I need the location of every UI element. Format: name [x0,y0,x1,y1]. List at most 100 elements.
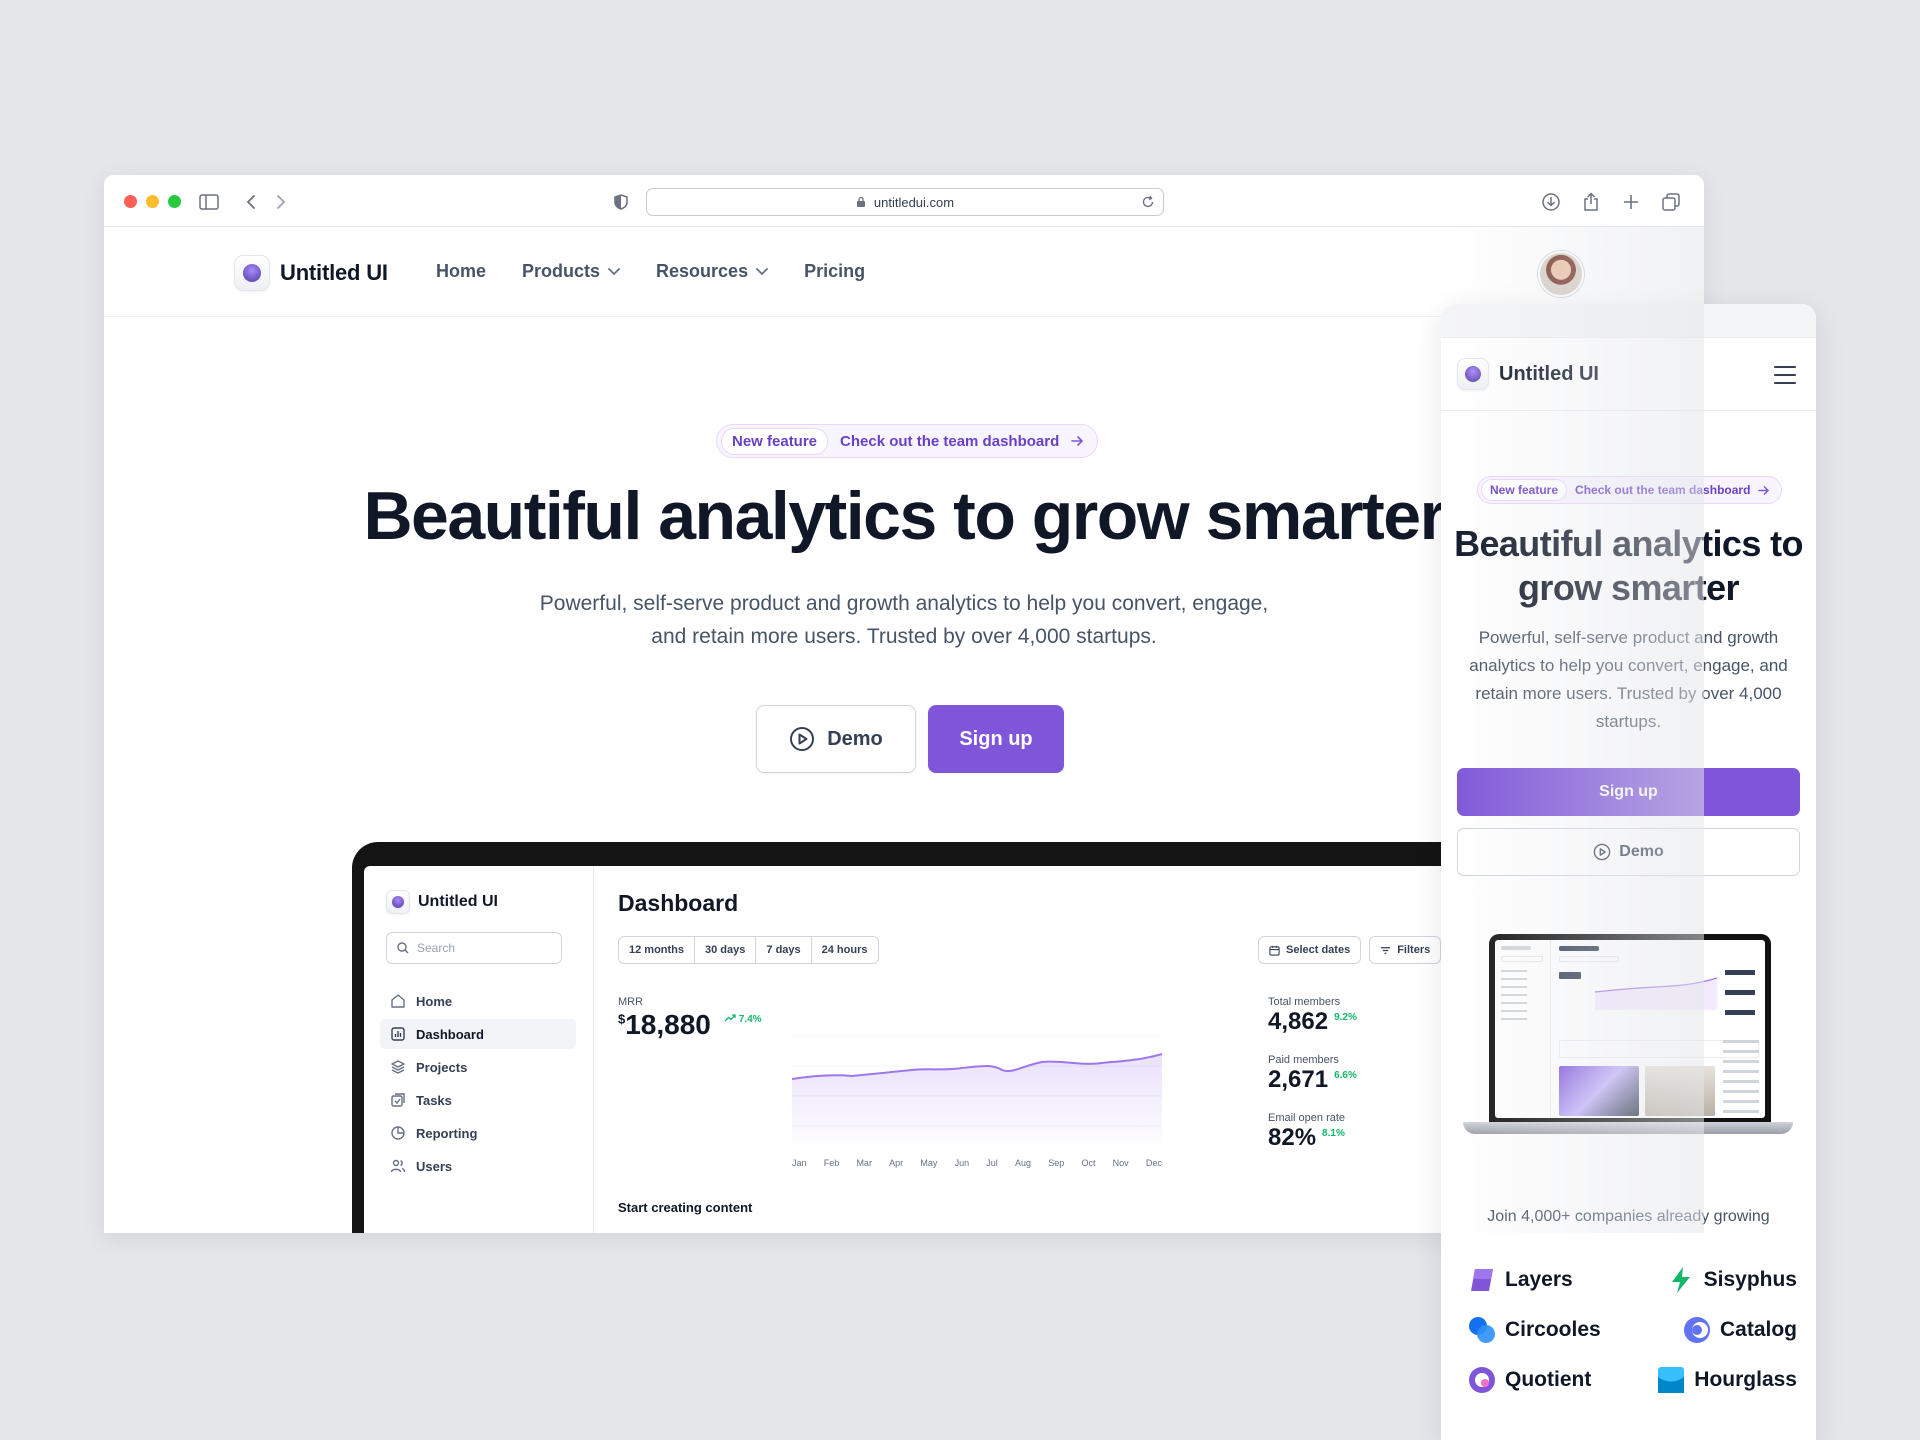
hero-subtitle-line: Powerful, self-serve product and growth … [539,592,1269,615]
dashboard-nav: Home Dashboard Projects Tasks Reporting … [380,986,576,1184]
mrr-delta-value: 7.4% [738,1014,762,1025]
stat-email-open-rate: Email open rate 82% 8.1% [1268,1112,1357,1152]
share-icon[interactable] [1580,191,1602,213]
mini-title [1559,946,1599,951]
company-name: Quotient [1505,1368,1592,1391]
pie-chart-icon [391,1126,405,1140]
sidebar-toggle-icon[interactable] [198,191,220,213]
demo-button-label: Demo [827,727,883,750]
forward-arrow-icon[interactable] [270,191,292,213]
select-dates-button[interactable]: Select dates [1258,936,1362,964]
mobile-logo[interactable]: Untitled UI [1457,358,1599,390]
stat-delta: 8.1% [1322,1128,1345,1139]
sidebar-item-label: Reporting [416,1125,478,1141]
stat-value: 2,671 [1268,1066,1329,1093]
sidebar-item-tasks[interactable]: Tasks [380,1085,576,1115]
sidebar-item-home[interactable]: Home [380,986,576,1016]
dashboard-search-input[interactable]: Search [386,932,562,964]
stat-value: 82% [1268,1124,1317,1151]
url-text: untitledui.com [873,194,955,210]
logo-mark-icon [1457,358,1489,390]
download-icon[interactable] [1540,191,1562,213]
date-range-tabs: 12 months 30 days 7 days 24 hours [618,936,879,964]
arrow-right-icon [1758,485,1770,495]
demo-button[interactable]: Demo [756,705,916,773]
dashboard-title: Dashboard [618,890,739,916]
month-label: Apr [889,1158,904,1168]
site-logo[interactable]: Untitled UI [234,255,388,291]
chart-area [792,1054,1162,1152]
mobile-feature-badge[interactable]: New feature Check out the team dashboard [1477,476,1783,504]
sidebar-item-projects[interactable]: Projects [380,1052,576,1082]
layers-logo-icon [1471,1269,1493,1291]
play-circle-icon [1593,843,1611,861]
mobile-signup-button[interactable]: Sign up [1457,768,1800,816]
reload-icon[interactable] [1141,195,1155,209]
social-proof-text: Join 4,000+ companies already growing [1487,1208,1770,1225]
range-tab[interactable]: 30 days [695,937,757,963]
select-dates-label: Select dates [1286,944,1351,956]
dashboard-logo: Untitled UI [386,890,498,914]
badge-text: Check out the team dashboard [840,432,1060,450]
mobile-brand: Untitled UI [1499,362,1599,385]
privacy-shield-icon[interactable] [610,191,632,213]
search-icon [397,942,409,954]
hourglass-logo-icon [1658,1367,1685,1393]
month-label: Oct [1081,1158,1096,1168]
mini-search [1501,956,1543,962]
catalog-logo-icon [1683,1317,1710,1343]
user-avatar[interactable] [1538,251,1584,297]
filters-button[interactable]: Filters [1369,936,1442,964]
mobile-demo-button[interactable]: Demo [1457,828,1800,876]
filter-lines-icon [1381,946,1391,954]
logo-mark-icon [234,255,270,291]
back-arrow-icon[interactable] [240,191,262,213]
tab-overview-icon[interactable] [1660,191,1682,213]
range-tab[interactable]: 12 months [619,937,696,963]
minimize-window-button[interactable] [146,195,159,208]
hamburger-menu-icon[interactable] [1774,366,1796,384]
mobile-status-strip [1441,304,1816,338]
new-tab-plus-icon[interactable] [1620,191,1642,213]
company-name: Catalog [1719,1318,1797,1341]
chevron-down-icon [608,267,620,275]
nav-home[interactable]: Home [436,261,486,282]
search-placeholder: Search [417,941,456,955]
bar-chart-icon [391,1027,405,1041]
company-name: Layers [1505,1268,1573,1291]
company-name: Circooles [1505,1318,1601,1341]
stat-label: Email open rate [1268,1112,1346,1124]
stat-value: 4,862 [1268,1008,1329,1035]
chart-x-axis: Jan Feb Mar Apr May Jun Jul Aug Sep Oct … [792,1158,1162,1168]
mini-dashboard [1495,940,1765,1118]
nav-products-label: Products [522,261,601,281]
nav-pricing[interactable]: Pricing [804,261,865,282]
nav-resources[interactable]: Resources [656,261,768,282]
sidebar-item-reporting[interactable]: Reporting [380,1118,576,1148]
company-name: Hourglass [1694,1368,1797,1391]
chevron-down-icon [756,267,768,275]
mini-laptop-base [1463,1122,1793,1134]
play-circle-icon [790,727,815,751]
nav-resources-label: Resources [656,261,749,281]
stat-total-members: Total members 4,862 9.2% [1268,996,1357,1036]
dashboard-actions: Select dates Filters [1258,936,1442,964]
sidebar-item-users[interactable]: Users [380,1151,576,1181]
address-bar[interactable]: untitledui.com [646,188,1164,216]
dashboard-stats: Total members 4,862 9.2% Paid members 2,6… [1268,996,1357,1170]
sidebar-item-dashboard[interactable]: Dashboard [380,1019,576,1049]
signup-button[interactable]: Sign up [928,705,1064,773]
nav-products[interactable]: Products [522,261,620,282]
stat-paid-members: Paid members 2,671 6.6% [1268,1054,1357,1094]
range-tab[interactable]: 24 hours [812,937,878,963]
month-label: Nov [1112,1158,1129,1168]
range-tab[interactable]: 7 days [756,937,812,963]
feature-badge[interactable]: New feature Check out the team dashboard [716,424,1099,458]
month-label: Jul [986,1158,998,1168]
maximize-window-button[interactable] [168,195,181,208]
close-window-button[interactable] [124,195,137,208]
mrr-label: MRR [618,996,644,1008]
stat-label: Total members [1268,996,1341,1008]
check-square-icon [391,1093,405,1107]
calendar-icon [1269,945,1280,956]
